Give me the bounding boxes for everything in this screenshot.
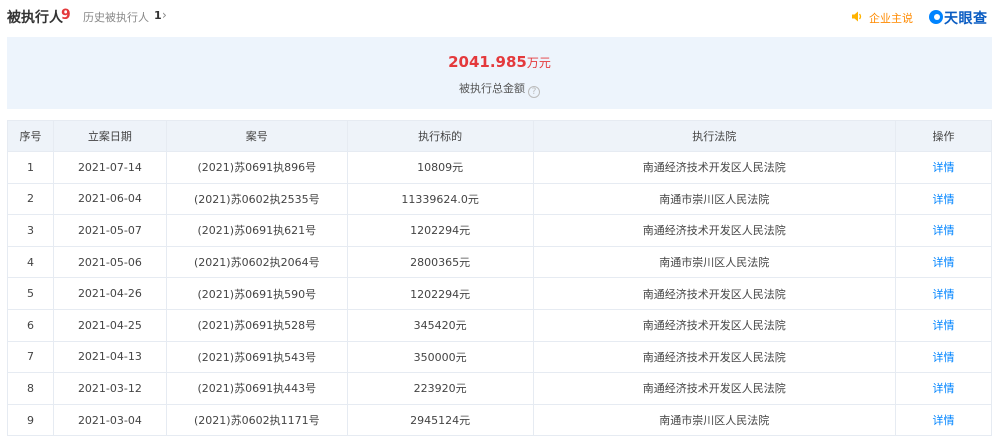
case-number: (2021)苏0691执543号 [165, 340, 348, 374]
execution-amount: 345420元 [346, 308, 534, 342]
filing-date: 2021-05-07 [52, 214, 167, 247]
action-cell: 详情 [895, 403, 992, 437]
action-cell: 详情 [895, 151, 992, 184]
filing-date: 2021-03-12 [52, 372, 167, 405]
section-count: 9 [61, 7, 71, 23]
action-cell: 详情 [895, 277, 992, 310]
filing-date: 2021-04-25 [52, 308, 167, 342]
executing-court: 南通经济技术开发区人民法院 [532, 308, 897, 342]
section-header: 被执行人 9 历史被执行人 1 › 企业主说 天眼查 [0, 0, 1000, 34]
executed-person-table: 序号 立案日期 案号 执行标的 执行法院 操作 1 2021-07-14 (2021… [7, 120, 992, 437]
action-cell: 详情 [895, 372, 992, 405]
executing-court: 南通市崇川区人民法院 [532, 403, 897, 437]
row-number: 2 [7, 182, 54, 216]
table-row: 2 2021-06-04 (2021)苏0602执2535号 11339624.0元南… [7, 182, 992, 216]
case-number: (2021)苏0691执621号 [165, 214, 348, 247]
table-row: 9 2021-03-04 (2021)苏0602执1171号 2945124元 南通市崇… [7, 403, 992, 437]
table-row: 3 2021-05-07 (2021)苏0691执621号 1202294元 南通经济技… [7, 214, 992, 247]
filing-date: 2021-03-04 [52, 403, 167, 437]
filing-date: 2021-07-14 [52, 151, 167, 184]
executing-court: 南通经济技术开发区人民法院 [532, 214, 897, 247]
filing-date: 2021-04-26 [52, 277, 167, 310]
table-row: 4 2021-05-06 (2021)苏0602执2064号 2800365元 南通市崇… [7, 245, 992, 279]
case-number: (2021)苏0602执1171号 [165, 403, 348, 437]
table-row: 5 2021-04-26 (2021)苏0691执590号 1202294元 南通经济技… [7, 277, 992, 310]
row-number: 7 [7, 340, 54, 374]
executing-court: 南通市崇川区人民法院 [532, 182, 897, 216]
table-header-row: 序号 立案日期 案号 执行标的 执行法院 操作 [7, 120, 992, 152]
summary-panel: 2041.985万元 被执行总金额? [7, 37, 992, 109]
table-row: 8 2021-03-12 (2021)苏0691执443号 223920元 南通经济技术… [7, 372, 992, 405]
speaker-icon [852, 11, 862, 22]
help-icon[interactable]: ? [528, 86, 540, 98]
case-number: (2021)苏0691执896号 [165, 151, 348, 184]
row-number: 5 [7, 277, 54, 310]
case-number: (2021)苏0602执2064号 [165, 245, 348, 279]
execution-amount: 350000元 [346, 340, 534, 374]
row-number: 3 [7, 214, 54, 247]
total-amount-label-row: 被执行总金额? [7, 80, 992, 98]
table-body: 1 2021-07-14 (2021)苏0691执896号 10809元 南通经济技术开… [7, 151, 992, 437]
detail-link[interactable]: 详情 [933, 161, 955, 174]
owner-statement-link[interactable]: 企业主说 [869, 10, 913, 26]
filing-date: 2021-05-06 [52, 245, 167, 279]
execution-amount: 10809元 [346, 151, 534, 184]
executing-court: 南通经济技术开发区人民法院 [532, 340, 897, 374]
total-amount-value: 2041.985 [448, 53, 527, 71]
execution-amount: 223920元 [346, 372, 534, 405]
col-header-court: 执行法院 [532, 120, 897, 152]
table-row: 6 2021-04-25 (2021)苏0691执528号 345420元 南通经济技术… [7, 308, 992, 342]
action-cell: 详情 [895, 245, 992, 279]
col-header-case: 案号 [165, 120, 348, 152]
action-cell: 详情 [895, 182, 992, 216]
execution-amount: 1202294元 [346, 277, 534, 310]
case-number: (2021)苏0691执528号 [165, 308, 348, 342]
action-cell: 详情 [895, 308, 992, 342]
executing-court: 南通市崇川区人民法院 [532, 245, 897, 279]
case-number: (2021)苏0602执2535号 [165, 182, 348, 216]
execution-amount: 2800365元 [346, 245, 534, 279]
detail-link[interactable]: 详情 [933, 351, 955, 364]
detail-link[interactable]: 详情 [933, 382, 955, 395]
executing-court: 南通经济技术开发区人民法院 [532, 372, 897, 405]
row-number: 6 [7, 308, 54, 342]
section-title: 被执行人 [7, 10, 63, 26]
filing-date: 2021-06-04 [52, 182, 167, 216]
history-count[interactable]: 1 [154, 9, 162, 22]
action-cell: 详情 [895, 214, 992, 247]
detail-link[interactable]: 详情 [933, 288, 955, 301]
total-amount-unit: 万元 [526, 56, 551, 70]
filing-date: 2021-04-13 [52, 340, 167, 374]
col-header-date: 立案日期 [52, 120, 167, 152]
row-number: 8 [7, 372, 54, 405]
tianyancha-logo-icon [929, 10, 943, 24]
execution-amount: 2945124元 [346, 403, 534, 437]
total-amount: 2041.985万元 [7, 53, 992, 71]
case-number: (2021)苏0691执443号 [165, 372, 348, 405]
row-number: 1 [7, 151, 54, 184]
detail-link[interactable]: 详情 [933, 319, 955, 332]
chevron-right-icon[interactable]: › [162, 8, 167, 22]
execution-amount: 11339624.0元 [346, 182, 534, 216]
detail-link[interactable]: 详情 [933, 193, 955, 206]
history-link[interactable]: 历史被执行人 [83, 9, 149, 25]
table-row: 7 2021-04-13 (2021)苏0691执543号 350000元 南通经济技术… [7, 340, 992, 374]
action-cell: 详情 [895, 340, 992, 374]
table-row: 1 2021-07-14 (2021)苏0691执896号 10809元 南通经济技术开… [7, 151, 992, 184]
case-number: (2021)苏0691执590号 [165, 277, 348, 310]
col-header-no: 序号 [7, 120, 54, 152]
col-header-action: 操作 [895, 120, 992, 152]
executing-court: 南通经济技术开发区人民法院 [532, 277, 897, 310]
detail-link[interactable]: 详情 [933, 414, 955, 427]
detail-link[interactable]: 详情 [933, 224, 955, 237]
tianyancha-logo-text: 天眼查 [944, 11, 988, 27]
col-header-amount: 执行标的 [346, 120, 534, 152]
row-number: 4 [7, 245, 54, 279]
row-number: 9 [7, 403, 54, 437]
total-amount-label: 被执行总金额 [459, 82, 525, 95]
detail-link[interactable]: 详情 [933, 256, 955, 269]
executing-court: 南通经济技术开发区人民法院 [532, 151, 897, 184]
execution-amount: 1202294元 [346, 214, 534, 247]
